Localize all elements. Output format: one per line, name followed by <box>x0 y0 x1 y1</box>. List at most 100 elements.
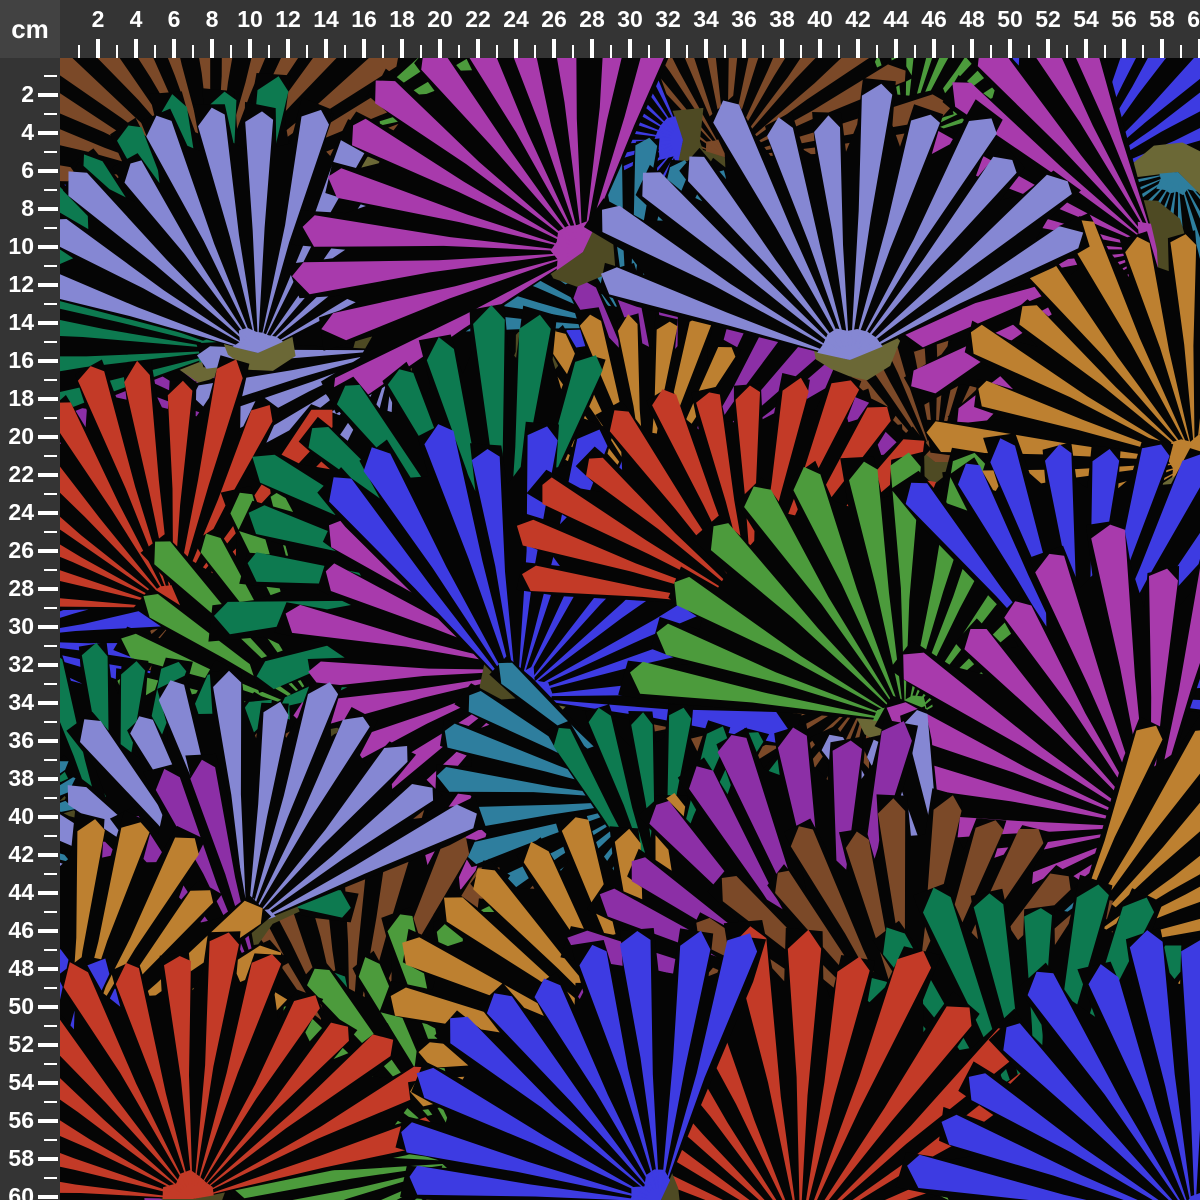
ruler-number: 16 <box>8 349 34 372</box>
ruler-number: 6 <box>168 8 181 31</box>
ruler-tick-minor <box>44 75 57 77</box>
ruler-tick-minor <box>686 45 688 58</box>
ruler-tick-major <box>38 321 58 325</box>
ruler-number: 16 <box>351 8 377 31</box>
ruler-number: 44 <box>8 881 34 904</box>
ruler-tick-minor <box>44 493 57 495</box>
ruler-number: 38 <box>769 8 795 31</box>
ruler-tick-major <box>38 625 58 629</box>
ruler-number: 58 <box>8 1147 34 1170</box>
ruler-tick-minor <box>306 45 308 58</box>
ruler-number: 38 <box>8 767 34 790</box>
ruler-tick-minor <box>192 45 194 58</box>
ruler-tick-major <box>38 1119 58 1123</box>
ruler-number: 2 <box>92 8 105 31</box>
ruler-number: 34 <box>693 8 719 31</box>
ruler-tick-major <box>38 359 58 363</box>
ruler-tick-minor <box>990 45 992 58</box>
ruler-tick-major <box>932 39 936 58</box>
ruler-number: 56 <box>1111 8 1137 31</box>
ruler-tick-major <box>780 39 784 58</box>
ruler-tick-minor <box>44 1101 57 1103</box>
ruler-number: 32 <box>8 653 34 676</box>
ruler-tick-major <box>970 39 974 58</box>
ruler-number: 18 <box>8 387 34 410</box>
ruler-number: 52 <box>1035 8 1061 31</box>
ruler-tick-minor <box>344 45 346 58</box>
ruler-tick-minor <box>44 303 57 305</box>
ruler-tick-major <box>38 283 58 287</box>
ruler-tick-major <box>1160 39 1164 58</box>
ruler-tick-minor <box>724 45 726 58</box>
ruler-tick-major <box>38 169 58 173</box>
ruler-tick-minor <box>44 379 57 381</box>
ruler-number: 56 <box>8 1109 34 1132</box>
fabric-swatch-image: 2468101214161820222426283032343638404244… <box>0 0 1200 1200</box>
ruler-number: 42 <box>8 843 34 866</box>
ruler-tick-minor <box>44 607 57 609</box>
ruler-tick-minor <box>420 45 422 58</box>
ruler-tick-major <box>704 39 708 58</box>
ruler-tick-minor <box>800 45 802 58</box>
ruler-number: 2 <box>21 83 34 106</box>
ruler-number: 50 <box>997 8 1023 31</box>
ruler-number: 46 <box>8 919 34 942</box>
ruler-tick-major <box>38 1195 58 1199</box>
ruler-tick-major <box>856 39 860 58</box>
ruler-tick-minor <box>44 151 57 153</box>
ruler-number: 26 <box>8 539 34 562</box>
ruler-tick-minor <box>44 1139 57 1141</box>
ruler-number: 54 <box>8 1071 34 1094</box>
ruler-tick-major <box>286 39 290 58</box>
ruler-tick-major <box>38 891 58 895</box>
ruler-number: 50 <box>8 995 34 1018</box>
ruler-tick-minor <box>78 45 80 58</box>
ruler-tick-major <box>666 39 670 58</box>
ruler-tick-minor <box>44 949 57 951</box>
ruler-tick-major <box>514 39 518 58</box>
ruler-tick-major <box>38 587 58 591</box>
ruler-tick-major <box>894 39 898 58</box>
ruler-tick-major <box>38 967 58 971</box>
ruler-tick-minor <box>1104 45 1106 58</box>
ruler-tick-minor <box>44 911 57 913</box>
ruler-tick-major <box>628 39 632 58</box>
ruler-tick-minor <box>44 455 57 457</box>
ruler-tick-major <box>38 207 58 211</box>
ruler-tick-minor <box>44 227 57 229</box>
ruler-tick-minor <box>44 417 57 419</box>
ruler-tick-minor <box>1180 45 1182 58</box>
ruler-tick-major <box>38 663 58 667</box>
ruler-number: 48 <box>8 957 34 980</box>
ruler-tick-major <box>38 777 58 781</box>
ruler-number: 12 <box>8 273 34 296</box>
ruler-tick-minor <box>762 45 764 58</box>
ruler-number: 8 <box>21 197 34 220</box>
ruler-tick-major <box>1008 39 1012 58</box>
ruler-tick-minor <box>116 45 118 58</box>
ruler-tick-major <box>552 39 556 58</box>
ruler-number: 4 <box>21 121 34 144</box>
ruler-tick-minor <box>458 45 460 58</box>
ruler-number: 24 <box>503 8 529 31</box>
ruler-tick-major <box>210 39 214 58</box>
ruler-tick-major <box>38 397 58 401</box>
ruler-tick-major <box>38 929 58 933</box>
ruler-tick-major <box>38 1005 58 1009</box>
ruler-tick-minor <box>496 45 498 58</box>
ruler-number: 10 <box>237 8 263 31</box>
ruler-number: 30 <box>617 8 643 31</box>
ruler-number: 20 <box>8 425 34 448</box>
ruler-tick-minor <box>44 1063 57 1065</box>
ruler-tick-minor <box>44 1025 57 1027</box>
ruler-tick-minor <box>230 45 232 58</box>
ruler-number: 18 <box>389 8 415 31</box>
ruler-tick-major <box>818 39 822 58</box>
ruler-number: 8 <box>206 8 219 31</box>
ruler-number: 40 <box>8 805 34 828</box>
ruler-number: 32 <box>655 8 681 31</box>
ruler-tick-major <box>96 39 100 58</box>
ruler-tick-minor <box>914 45 916 58</box>
ruler-number: 30 <box>8 615 34 638</box>
ruler-number: 12 <box>275 8 301 31</box>
